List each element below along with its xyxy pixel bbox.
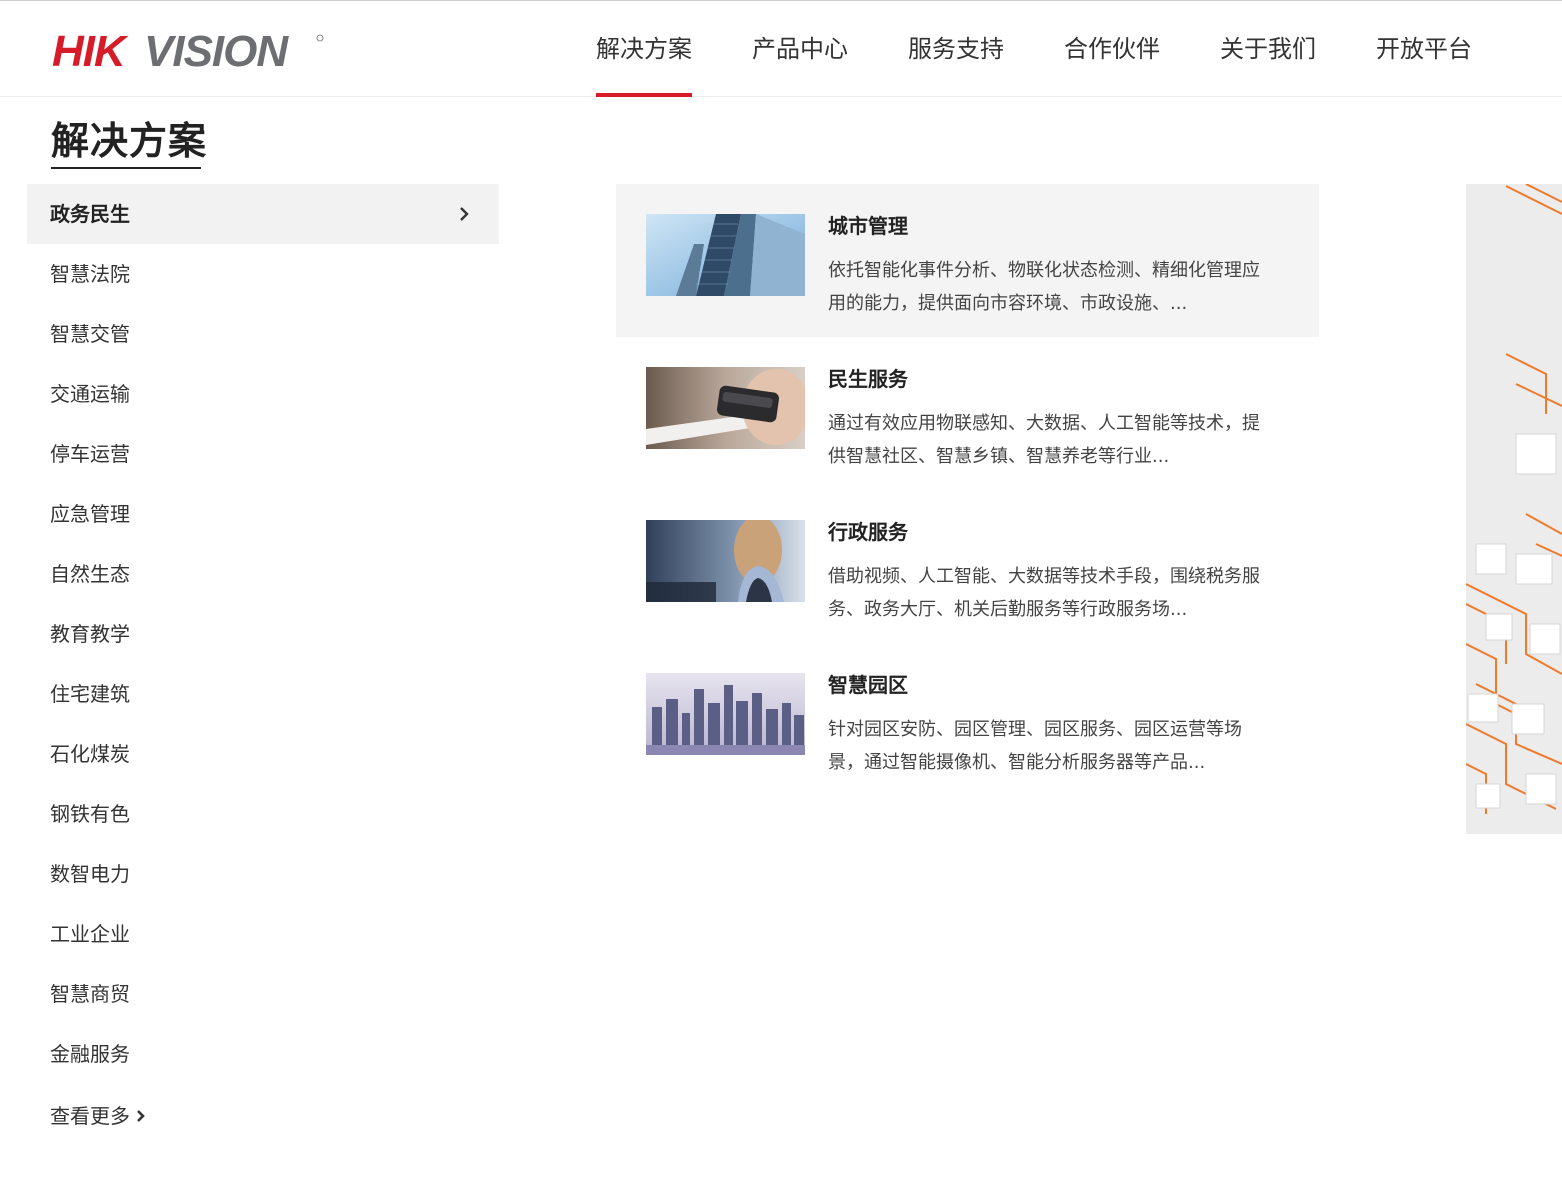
office-worker-thumbnail (646, 520, 805, 602)
card-description: 依托智能化事件分析、物联化状态检测、精细化管理应用的能力，提供面向市容环境、市政… (828, 260, 1260, 314)
solution-card-public-services[interactable]: 民生服务 通过有效应用物联感知、大数据、人工智能等技术，提供智慧社区、智慧乡镇、… (616, 337, 1319, 490)
solution-card-administrative[interactable]: 行政服务 借助视频、人工智能、大数据等技术手段，围绕税务服务、政务大厅、机关后勤… (616, 490, 1319, 643)
menu-item-ecology[interactable]: 自然生态 (27, 544, 499, 604)
card-title: 智慧园区 (828, 673, 908, 697)
hand-device-thumbnail (646, 367, 805, 449)
card-description: 借助视频、人工智能、大数据等技术手段，围绕税务服务、政务大厅、机关后勤服务等行政… (828, 566, 1260, 620)
city-skyline-thumbnail (646, 673, 805, 755)
city-skyscraper-thumbnail (646, 214, 805, 296)
chevron-right-icon (460, 207, 469, 221)
page-title: 解决方案 (51, 119, 208, 163)
main-nav: 解决方案 产品中心 服务支持 合作伙伴 关于我们 开放平台 (596, 1, 1532, 97)
menu-item-retail[interactable]: 智慧商贸 (27, 964, 499, 1024)
menu-item-power[interactable]: 数智电力 (27, 844, 499, 904)
hikvision-logo[interactable]: HIK VISION (52, 27, 332, 75)
solution-cards: 城市管理 依托智能化事件分析、物联化状态检测、精细化管理应用的能力，提供面向市容… (616, 184, 1319, 796)
menu-item-industrial[interactable]: 工业企业 (27, 904, 499, 964)
card-description: 通过有效应用物联感知、大数据、人工智能等技术，提供智慧社区、智慧乡镇、智慧养老等… (828, 413, 1260, 467)
menu-item-gov-livelihood[interactable]: 政务民生 (27, 184, 499, 244)
menu-item-traffic-police[interactable]: 智慧交管 (27, 304, 499, 364)
nav-open-platform[interactable]: 开放平台 (1376, 1, 1472, 97)
menu-item-steel-metals[interactable]: 钢铁有色 (27, 784, 499, 844)
svg-text:HIK: HIK (52, 27, 129, 75)
menu-item-finance[interactable]: 金融服务 (27, 1024, 499, 1084)
site-header: HIK VISION 解决方案 产品中心 服务支持 合作伙伴 关于我们 开放平台 (0, 1, 1562, 97)
chevron-right-icon (137, 1110, 145, 1122)
menu-item-education[interactable]: 教育教学 (27, 604, 499, 664)
view-more-link[interactable]: 查看更多 (50, 1096, 146, 1136)
menu-item-transportation[interactable]: 交通运输 (27, 364, 499, 424)
card-title: 行政服务 (828, 520, 908, 544)
nav-partners[interactable]: 合作伙伴 (1064, 1, 1160, 97)
menu-item-label: 政务民生 (50, 202, 130, 226)
solution-card-city-management[interactable]: 城市管理 依托智能化事件分析、物联化状态检测、精细化管理应用的能力，提供面向市容… (616, 184, 1319, 337)
title-underline (51, 167, 201, 169)
menu-item-petro-coal[interactable]: 石化煤炭 (27, 724, 499, 784)
menu-item-smart-court[interactable]: 智慧法院 (27, 244, 499, 304)
card-description: 针对园区安防、园区管理、园区服务、园区运营等场景，通过智能摄像机、智能分析服务器… (828, 719, 1242, 773)
nav-about[interactable]: 关于我们 (1220, 1, 1316, 97)
card-title: 民生服务 (828, 367, 908, 391)
menu-item-emergency[interactable]: 应急管理 (27, 484, 499, 544)
nav-solutions[interactable]: 解决方案 (596, 1, 692, 97)
category-menu: 政务民生 智慧法院 智慧交管 交通运输 停车运营 应急管理 自然生态 教育教学 … (27, 184, 499, 1084)
solution-hero-image (1466, 184, 1562, 834)
menu-item-residential[interactable]: 住宅建筑 (27, 664, 499, 724)
svg-text:VISION: VISION (144, 27, 289, 75)
nav-products[interactable]: 产品中心 (752, 1, 848, 97)
view-more-label: 查看更多 (50, 1104, 130, 1128)
menu-item-parking[interactable]: 停车运营 (27, 424, 499, 484)
solution-card-smart-park[interactable]: 智慧园区 针对园区安防、园区管理、园区服务、园区运营等场景，通过智能摄像机、智能… (616, 643, 1319, 796)
nav-support[interactable]: 服务支持 (908, 1, 1004, 97)
card-title: 城市管理 (828, 214, 908, 238)
